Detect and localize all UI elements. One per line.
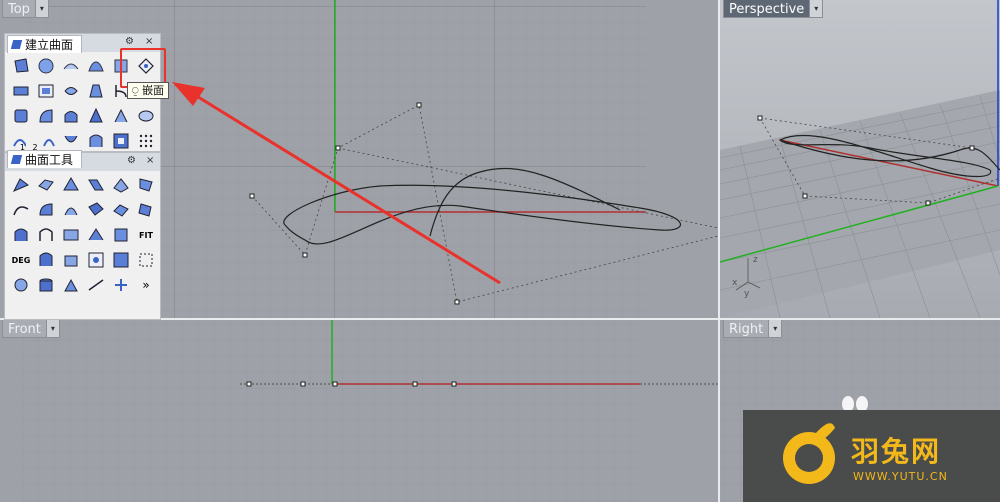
- toolbar-grip-icon: [10, 40, 23, 49]
- right-viewport-dropdown-icon[interactable]: ▾: [769, 320, 783, 338]
- more-tools-icon[interactable]: »: [136, 275, 156, 295]
- right-viewport-label[interactable]: Right: [723, 320, 770, 338]
- perspective-axis-y-label: y: [744, 289, 750, 299]
- create-surface-gear-icon[interactable]: ⚙: [125, 36, 134, 47]
- insert-knot-icon[interactable]: [36, 250, 56, 270]
- chamfer-surface-icon[interactable]: [36, 175, 56, 195]
- drape-surface-icon[interactable]: [61, 131, 81, 151]
- sphere-surface-icon[interactable]: [36, 56, 56, 76]
- offset-surface-icon[interactable]: [111, 106, 131, 126]
- heightfield-icon[interactable]: [111, 131, 131, 151]
- rectangle-surface-icon[interactable]: [36, 81, 56, 101]
- tooltip-mouse-icon: ⍜: [132, 84, 143, 97]
- blend-surface-icon[interactable]: [36, 106, 56, 126]
- surface-tools-title: 曲面工具: [25, 152, 74, 167]
- front-viewport-label[interactable]: Front: [2, 320, 47, 338]
- sweep-two-rails-icon[interactable]: 2: [32, 131, 56, 152]
- rebuild-surface-icon[interactable]: [111, 200, 131, 220]
- shrink-surface-icon[interactable]: [136, 200, 156, 220]
- surface-check-icon[interactable]: [111, 275, 131, 295]
- front-viewport-canvas: [0, 320, 718, 502]
- patch-tooltip: ⍜ 嵌面: [127, 82, 170, 99]
- front-viewport[interactable]: Front ▾: [0, 320, 718, 502]
- patch-tooltip-text: 嵌面: [142, 84, 165, 97]
- point-grid-surface-icon[interactable]: [136, 131, 156, 151]
- deg-label: DEG: [11, 255, 31, 265]
- edit-surface-tool-icon[interactable]: [61, 250, 81, 270]
- create-surface-close-icon[interactable]: ×: [145, 36, 153, 47]
- unroll-surface-icon[interactable]: [61, 225, 81, 245]
- yutu-watermark: 羽兔网 WWW.YUTU.CN: [743, 410, 1000, 502]
- perspective-viewport-canvas: z y x: [720, 0, 1000, 318]
- rail-revolve-icon[interactable]: 1: [11, 131, 31, 152]
- torus-surface-icon[interactable]: [136, 106, 156, 126]
- perspective-viewport-dropdown-icon[interactable]: ▾: [810, 0, 824, 18]
- developable-surface-icon[interactable]: [86, 131, 106, 151]
- fillet-surface-icon[interactable]: [11, 175, 31, 195]
- network-surface-icon[interactable]: [61, 81, 81, 101]
- loft-surface-icon[interactable]: [86, 81, 106, 101]
- front-viewport-dropdown-icon[interactable]: ▾: [46, 320, 60, 338]
- surface-tools-grip-icon: [10, 155, 23, 164]
- surface-tools-tab[interactable]: 曲面工具: [7, 150, 83, 168]
- surface-from-points-icon[interactable]: [61, 56, 81, 76]
- match-edge-icon[interactable]: [111, 250, 131, 270]
- fit-surface-icon[interactable]: FIT: [136, 225, 156, 245]
- adjust-seam-icon[interactable]: [111, 225, 131, 245]
- points-grid-icon[interactable]: [136, 250, 156, 270]
- untrim-icon[interactable]: [11, 225, 31, 245]
- arch-surface-icon[interactable]: [61, 106, 81, 126]
- surface-tools-toolbar-header: 曲面工具 ⚙ ×: [5, 150, 160, 171]
- offset-surface-tool-icon[interactable]: [111, 175, 131, 195]
- top-viewport-tab[interactable]: Top ▾: [2, 0, 49, 18]
- sweep-surface-icon[interactable]: [86, 56, 106, 76]
- change-degree-icon[interactable]: [86, 225, 106, 245]
- front-viewport-tab[interactable]: Front ▾: [2, 320, 60, 338]
- perspective-viewport-tab[interactable]: Perspective ▾: [723, 0, 824, 18]
- perspective-axis-x-label: x: [732, 278, 738, 288]
- extrude-curve-icon[interactable]: [11, 81, 31, 101]
- isocurve-icon[interactable]: [11, 275, 31, 295]
- surface-tools-close-icon[interactable]: ×: [146, 155, 154, 166]
- create-surface-tab[interactable]: 建立曲面: [7, 35, 83, 53]
- yutu-url: WWW.YUTU.CN: [853, 470, 948, 483]
- blend-surface-tool-icon[interactable]: [86, 175, 106, 195]
- diagnose-surface-icon[interactable]: [61, 275, 81, 295]
- merge-surface-icon[interactable]: [86, 200, 106, 220]
- perspective-viewport[interactable]: z y x Perspective ▾: [720, 0, 1000, 318]
- surface-tools-gear-icon[interactable]: ⚙: [127, 155, 136, 166]
- surface-from-corner-points-icon[interactable]: [11, 56, 31, 76]
- match-surface-icon[interactable]: [136, 175, 156, 195]
- extend-surface-icon[interactable]: [11, 200, 31, 220]
- surface-tools-toolbar: 曲面工具 ⚙ × FIT DEG »: [4, 150, 161, 320]
- split-edge-icon[interactable]: [36, 225, 56, 245]
- fit-label: FIT: [139, 230, 153, 240]
- yutu-brand-name: 羽兔网: [851, 435, 942, 468]
- connect-surface-icon[interactable]: [36, 200, 56, 220]
- symmetry-icon[interactable]: [61, 200, 81, 220]
- cylinder-surface-icon[interactable]: [36, 275, 56, 295]
- change-degree-button[interactable]: DEG: [11, 250, 31, 270]
- more-tools-label: »: [142, 278, 150, 292]
- right-viewport-tab[interactable]: Right ▾: [723, 320, 783, 338]
- point-on-surface-icon[interactable]: [86, 250, 106, 270]
- yutu-rabbit-icon: [783, 423, 835, 484]
- cone-surface-icon[interactable]: [86, 106, 106, 126]
- top-viewport-dropdown-icon[interactable]: ▾: [35, 0, 49, 18]
- plane-surface-icon[interactable]: [11, 106, 31, 126]
- variable-fillet-icon[interactable]: [61, 175, 81, 195]
- curvature-analysis-icon[interactable]: [86, 275, 106, 295]
- perspective-axis-z-label: z: [753, 255, 758, 265]
- perspective-viewport-label[interactable]: Perspective: [723, 0, 811, 18]
- top-viewport-label[interactable]: Top: [2, 0, 36, 18]
- create-surface-title: 建立曲面: [25, 37, 74, 52]
